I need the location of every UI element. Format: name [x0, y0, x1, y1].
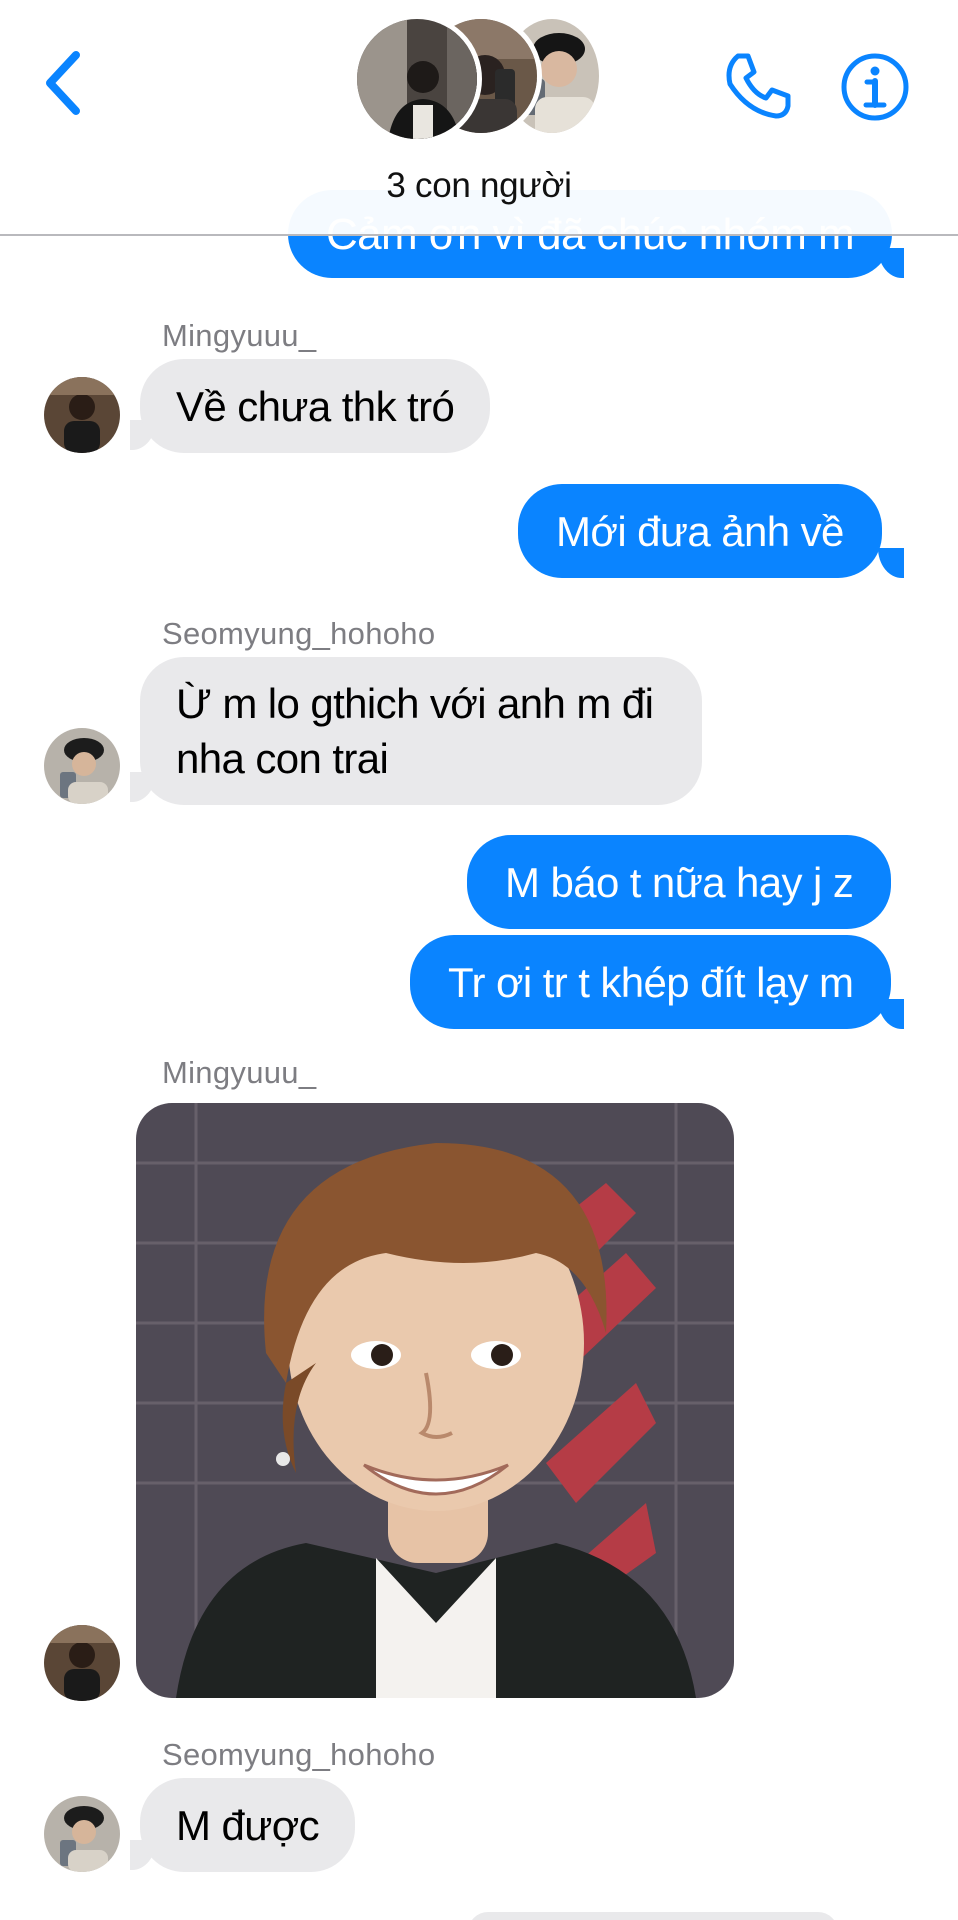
message-bubble-incoming[interactable]: M được	[140, 1778, 356, 1872]
avatar-photo	[44, 1625, 120, 1701]
message-text: Tr ơi tr t khép đít lạy m	[448, 958, 854, 1006]
info-button[interactable]	[840, 52, 910, 122]
phone-icon	[726, 53, 791, 119]
conversation-title[interactable]: 3 con người	[0, 166, 958, 206]
message-text-line: nha con trai	[176, 735, 389, 782]
back-button[interactable]	[38, 48, 88, 118]
sender-name: Seomyung_hohoho	[162, 1737, 436, 1772]
message-bubble-incoming[interactable]: Về chưa thk tró	[140, 359, 491, 453]
sticker-illustration	[136, 1103, 734, 1698]
message-bubble-outgoing[interactable]: M báo t nữa hay j z	[467, 835, 892, 929]
message-text: Về chưa thk tró	[176, 382, 455, 430]
status-bar	[0, 0, 958, 6]
sticker-photo[interactable]	[136, 1103, 734, 1698]
call-button[interactable]	[722, 50, 794, 122]
avatar-photo	[44, 728, 120, 804]
sender-name: Mingyuuu_	[162, 318, 317, 353]
message-text: M báo t nữa hay j z	[505, 858, 854, 906]
group-avatar	[352, 14, 482, 144]
bubble-tail	[878, 248, 904, 278]
bubble-tail	[878, 999, 904, 1029]
message-text: M được	[176, 1801, 320, 1849]
conversation-header: 3 con người	[0, 0, 958, 236]
message-bubble-incoming[interactable]: Ừ m lo gthich với anh m đi nha con trai	[140, 657, 702, 805]
info-circle-icon	[841, 53, 909, 121]
message-text: Mới đưa ảnh về	[556, 507, 844, 555]
message-bubble-outgoing[interactable]: Tr ơi tr t khép đít lạy m	[410, 935, 892, 1029]
bubble-tail	[878, 548, 904, 578]
avatar[interactable]	[44, 1796, 120, 1872]
message-text-line: Ừ m lo gthich với anh m đi	[176, 680, 654, 727]
chat-screen: Cảm ơn vì đã chúc nhóm m Mingyuuu_ Về ch…	[0, 0, 958, 1920]
avatar[interactable]	[44, 377, 120, 453]
chevron-left-icon	[46, 51, 80, 115]
avatar-photo	[44, 377, 120, 453]
message-bubble-outgoing[interactable]: Mới đưa ảnh về	[518, 484, 882, 578]
sender-name: Seomyung_hohoho	[162, 616, 436, 651]
avatar[interactable]	[44, 1625, 120, 1701]
message-bubble-partial	[468, 1912, 838, 1920]
sender-name: Mingyuuu_	[162, 1055, 317, 1090]
avatar[interactable]	[44, 728, 120, 804]
avatar-photo	[44, 1796, 120, 1872]
